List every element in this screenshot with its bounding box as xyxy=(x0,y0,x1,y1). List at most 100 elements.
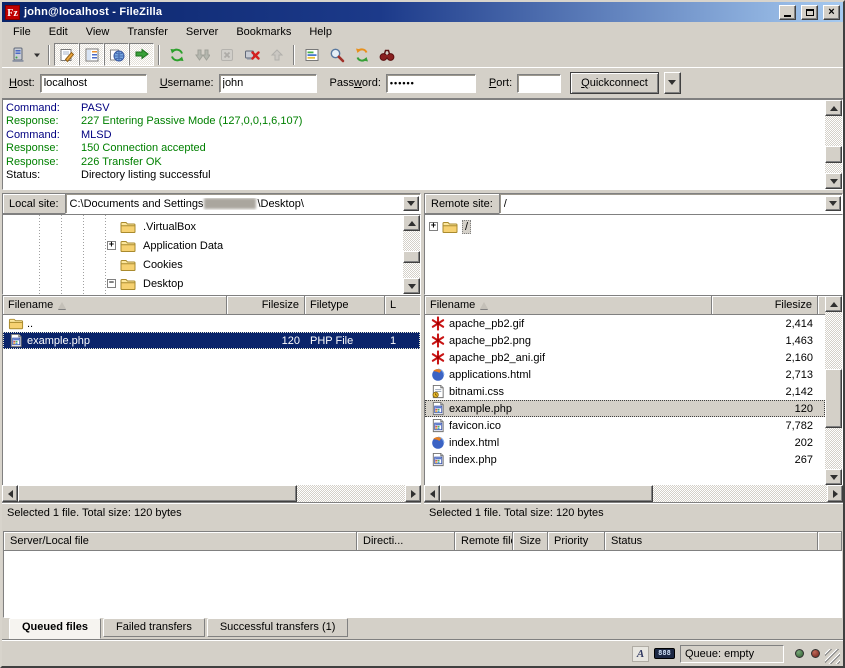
queue-status-text: Queue: empty xyxy=(685,648,754,660)
toolbar-button-refresh[interactable] xyxy=(164,43,189,66)
close-button[interactable]: × xyxy=(823,5,840,20)
remote-horizontal-scrollbar[interactable] xyxy=(424,485,843,502)
toolbar-button-cancel[interactable] xyxy=(214,43,239,66)
tree-item[interactable]: .VirtualBox xyxy=(3,217,403,236)
log-scrollbar[interactable] xyxy=(825,100,842,189)
toolbar-button-compare[interactable] xyxy=(324,43,349,66)
tree-item[interactable]: +/ xyxy=(425,217,842,236)
tree-item[interactable]: − Desktop xyxy=(3,274,403,293)
remote-list-scrollbar[interactable] xyxy=(825,296,842,485)
local-horizontal-scrollbar[interactable] xyxy=(2,485,421,502)
username-input[interactable] xyxy=(219,74,317,93)
queue-splitter[interactable] xyxy=(2,523,843,531)
column-header-filesize[interactable]: Filesize xyxy=(227,296,305,315)
toolbar-button-toggle-local-tree[interactable] xyxy=(79,43,104,66)
queue-column-header-serverlocalfile[interactable]: Server/Local file xyxy=(3,531,357,551)
toolbar-button-toggle-remote-tree[interactable] xyxy=(104,43,129,66)
scroll-left-button[interactable] xyxy=(424,485,440,502)
queue-column-header-remotefile[interactable]: Remote file xyxy=(455,531,513,551)
file-row[interactable]: example.php120 xyxy=(425,400,825,417)
column-header-filename[interactable]: Filename xyxy=(425,296,712,315)
port-input[interactable] xyxy=(517,74,561,93)
column-header-l[interactable]: L xyxy=(385,296,420,315)
password-input[interactable] xyxy=(386,74,476,93)
tree-item-label[interactable]: / xyxy=(462,220,471,234)
scroll-right-button[interactable] xyxy=(827,485,843,502)
queue-column-header-directi[interactable]: Directi... xyxy=(357,531,455,551)
queue-column-header-size[interactable]: Size xyxy=(513,531,548,551)
scroll-down-button[interactable] xyxy=(825,173,842,189)
scroll-down-button[interactable] xyxy=(825,469,842,485)
tab-queued-files[interactable]: Queued files xyxy=(9,618,101,639)
transfer-type-icon[interactable]: A xyxy=(632,646,649,662)
file-row[interactable]: example.php120PHP File1 xyxy=(3,332,420,349)
toolbar-button-filter[interactable] xyxy=(299,43,324,66)
scroll-left-button[interactable] xyxy=(2,485,18,502)
tree-item-label[interactable]: .VirtualBox xyxy=(140,220,199,234)
host-input[interactable] xyxy=(40,74,147,93)
quickconnect-button[interactable]: Quickconnect xyxy=(570,72,659,94)
scroll-up-button[interactable] xyxy=(825,296,842,312)
file-row[interactable]: favicon.ico7,782 xyxy=(425,417,825,434)
file-row[interactable]: .. xyxy=(3,315,420,332)
tree-item[interactable]: + Application Data xyxy=(3,236,403,255)
scrollbar-thumb[interactable] xyxy=(825,146,842,163)
scroll-down-button[interactable] xyxy=(403,278,420,294)
file-row[interactable]: apache_pb2.gif2,414 xyxy=(425,315,825,332)
menu-item-bookmarks[interactable]: Bookmarks xyxy=(227,23,300,41)
toolbar-button-find[interactable] xyxy=(374,43,399,66)
file-row[interactable]: bitnami.css2,142 xyxy=(425,383,825,400)
expand-icon[interactable]: + xyxy=(107,241,116,250)
toolbar-button-process-queue[interactable] xyxy=(189,43,214,66)
menu-item-help[interactable]: Help xyxy=(300,23,341,41)
file-cell: favicon.ico xyxy=(425,417,712,434)
tree-item-label[interactable]: Application Data xyxy=(140,239,226,253)
toolbar-button-site-manager-dropdown[interactable] xyxy=(30,43,44,66)
scroll-up-button[interactable] xyxy=(403,215,420,231)
expand-icon[interactable]: + xyxy=(429,222,438,231)
scroll-up-button[interactable] xyxy=(825,100,842,116)
menu-item-edit[interactable]: Edit xyxy=(40,23,77,41)
combo-dropdown-button[interactable] xyxy=(825,196,841,211)
scrollbar-thumb[interactable] xyxy=(440,485,653,502)
file-row[interactable]: index.html202 xyxy=(425,434,825,451)
tab-failed-transfers[interactable]: Failed transfers xyxy=(103,618,205,637)
toolbar-button-disconnect[interactable] xyxy=(239,43,264,66)
toolbar-button-synchronized-browsing[interactable] xyxy=(349,43,374,66)
file-row[interactable]: applications.html2,713 xyxy=(425,366,825,383)
toolbar-button-toggle-message-log[interactable] xyxy=(54,43,79,66)
file-row[interactable]: apache_pb2_ani.gif2,160 xyxy=(425,349,825,366)
queue-column-header-status[interactable]: Status xyxy=(605,531,818,551)
local-tree-scrollbar[interactable] xyxy=(403,215,420,294)
scrollbar-thumb[interactable] xyxy=(825,369,842,429)
queue-column-header-priority[interactable]: Priority xyxy=(548,531,605,551)
scrollbar-thumb[interactable] xyxy=(18,485,297,502)
remote-path-combobox[interactable]: / xyxy=(499,193,843,214)
menu-item-transfer[interactable]: Transfer xyxy=(118,23,177,41)
toolbar-button-site-manager[interactable] xyxy=(5,43,30,66)
maximize-button[interactable] xyxy=(801,5,818,20)
tree-item-label[interactable]: Desktop xyxy=(140,277,186,291)
menu-item-server[interactable]: Server xyxy=(177,23,227,41)
column-header-filetype[interactable]: Filetype xyxy=(305,296,385,315)
file-row[interactable]: index.php267 xyxy=(425,451,825,468)
tree-item[interactable]: Cookies xyxy=(3,255,403,274)
quickconnect-dropdown-button[interactable] xyxy=(664,72,681,94)
local-path-combobox[interactable]: C:\Documents and Settings\Desktop\ xyxy=(65,193,421,214)
tab-successful-transfers-1[interactable]: Successful transfers (1) xyxy=(207,618,349,637)
column-header-filename[interactable]: Filename xyxy=(3,296,227,315)
tree-item-label[interactable]: Cookies xyxy=(140,258,186,272)
file-row[interactable]: apache_pb2.png1,463 xyxy=(425,332,825,349)
minimize-button[interactable] xyxy=(779,5,796,20)
toolbar-button-toggle-transfer-queue[interactable] xyxy=(129,43,154,66)
combo-dropdown-button[interactable] xyxy=(403,196,419,211)
toolbar-button-reconnect[interactable] xyxy=(264,43,289,66)
menu-item-view[interactable]: View xyxy=(77,23,119,41)
scrollbar-thumb[interactable] xyxy=(403,251,420,263)
speed-limits-icon[interactable] xyxy=(654,648,675,659)
collapse-icon[interactable]: − xyxy=(107,279,116,288)
scroll-right-button[interactable] xyxy=(405,485,421,502)
column-header-filesize[interactable]: Filesize xyxy=(712,296,818,315)
resize-grip[interactable] xyxy=(825,649,840,664)
menu-item-file[interactable]: File xyxy=(4,23,40,41)
